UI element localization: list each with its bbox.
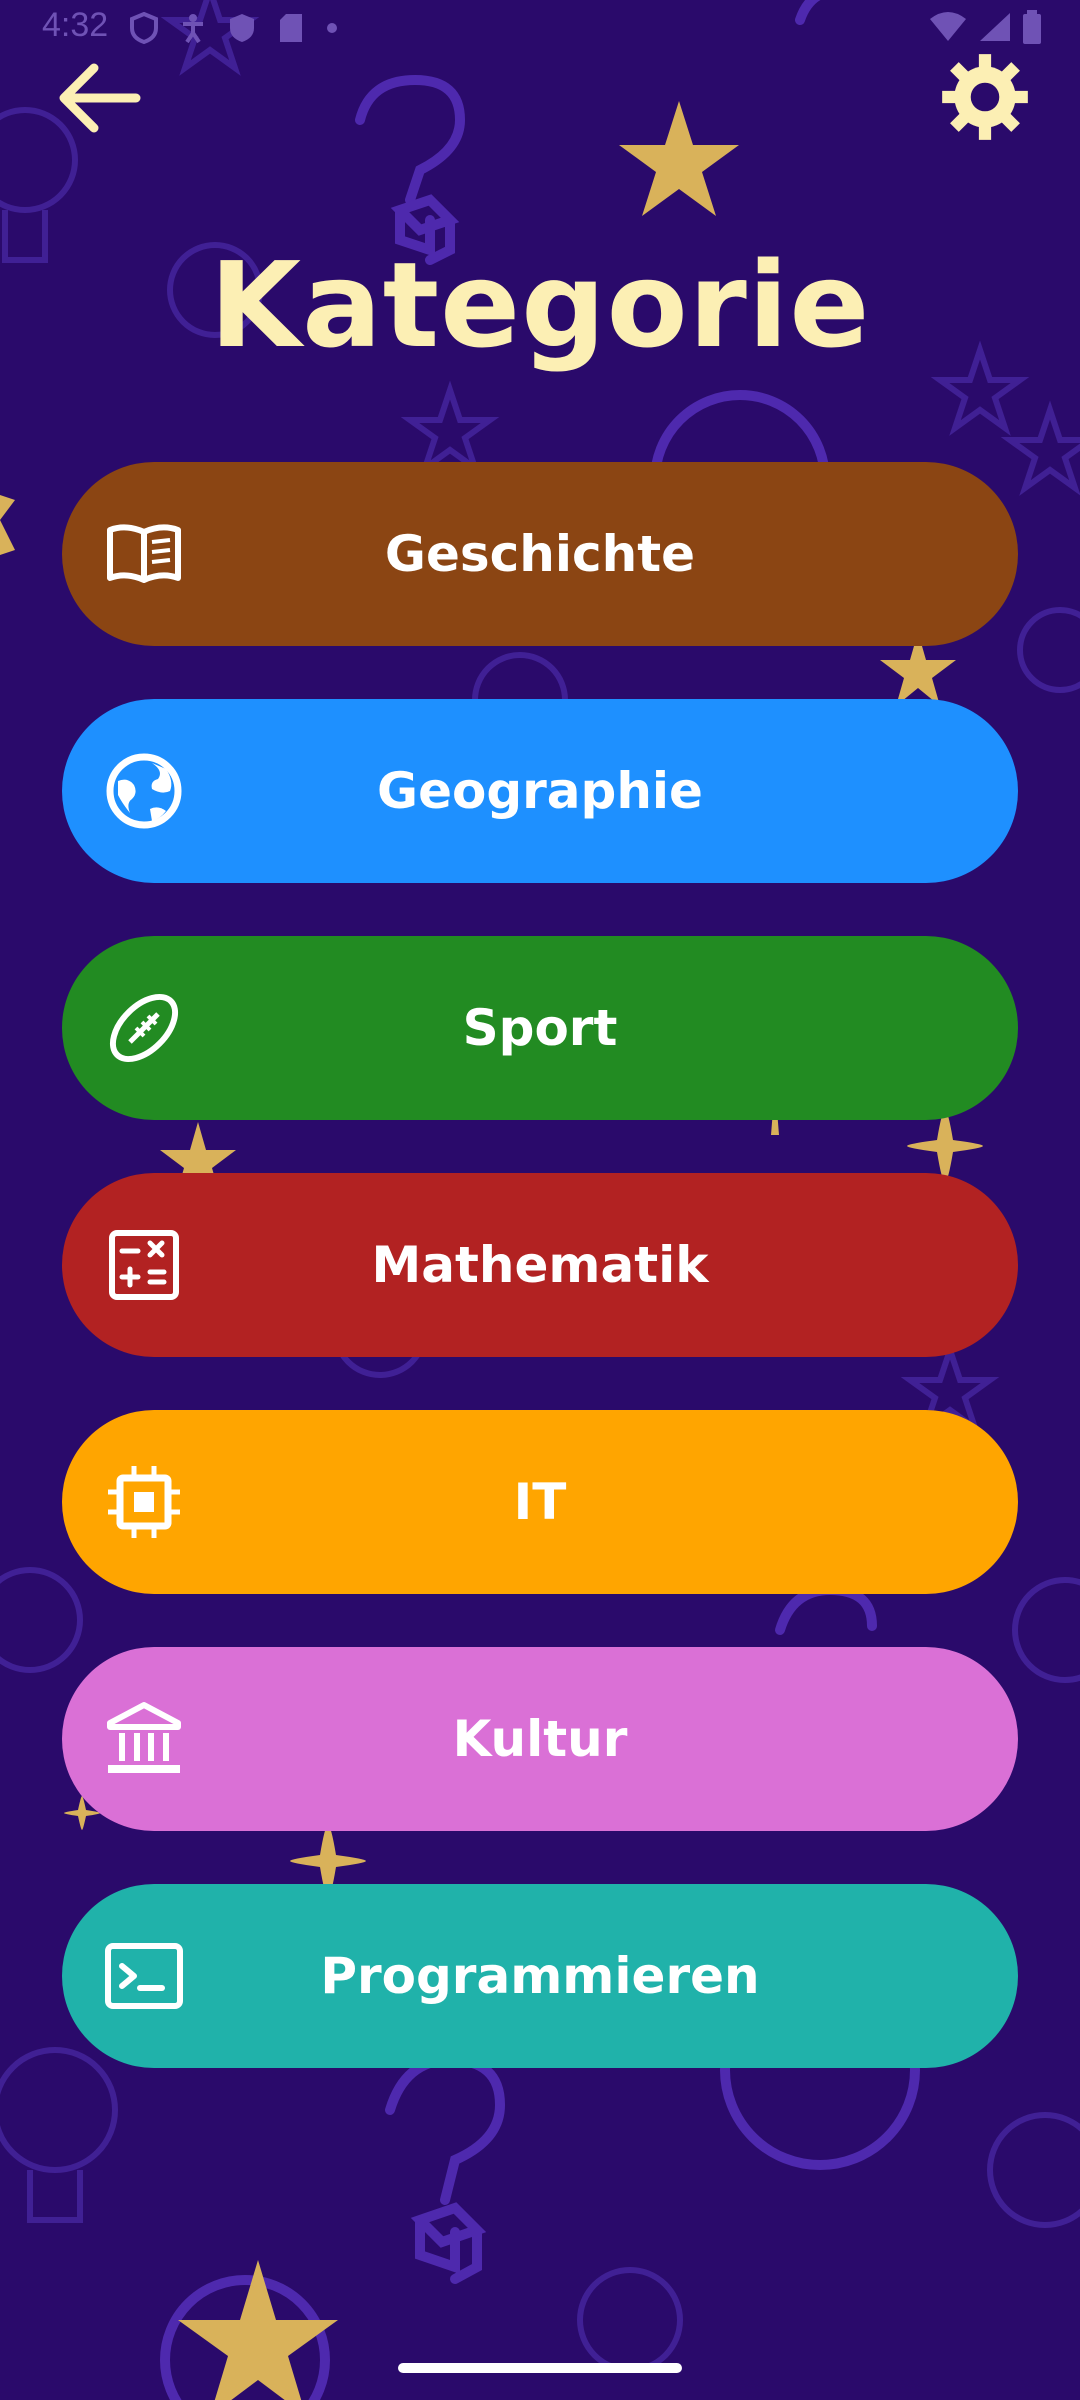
wifi-icon (930, 12, 966, 41)
status-system-icons (928, 10, 1042, 44)
category-button-sport[interactable]: Sport (62, 936, 1018, 1120)
signal-icon (980, 13, 1010, 41)
category-label: Geschichte (384, 525, 696, 583)
shield-icon (130, 12, 158, 44)
page-title: Kategorie (209, 236, 871, 374)
battery-icon (1023, 10, 1041, 44)
category-label: Programmieren (320, 1947, 760, 2005)
back-arrow-icon[interactable] (52, 50, 148, 146)
category-label: IT (513, 1473, 567, 1531)
accessibility-icon (183, 14, 203, 43)
gear-icon[interactable] (934, 46, 1036, 148)
sim-card-icon (280, 14, 302, 42)
category-button-it[interactable]: IT (62, 1410, 1018, 1594)
category-button-programmieren[interactable]: Programmieren (62, 1884, 1018, 2068)
category-button-kultur[interactable]: Kultur (62, 1647, 1018, 1831)
category-button-mathematik[interactable]: Mathematik (62, 1173, 1018, 1357)
dot-icon (327, 23, 337, 33)
category-label: Kultur (452, 1710, 628, 1768)
category-button-geschichte[interactable]: Geschichte (62, 462, 1018, 646)
category-list: Geschichte Geographie Sport Mathematik I… (62, 462, 1018, 2121)
category-label: Mathematik (371, 1236, 709, 1294)
category-label: Sport (462, 999, 618, 1057)
category-label: Geographie (377, 762, 703, 820)
home-indicator[interactable] (398, 2363, 682, 2373)
status-bar: 4:32 (0, 0, 1080, 60)
status-time: 4:32 (42, 6, 109, 44)
category-button-geographie[interactable]: Geographie (62, 699, 1018, 883)
shield-filled-icon (230, 14, 254, 42)
status-notification-icons (130, 12, 338, 44)
